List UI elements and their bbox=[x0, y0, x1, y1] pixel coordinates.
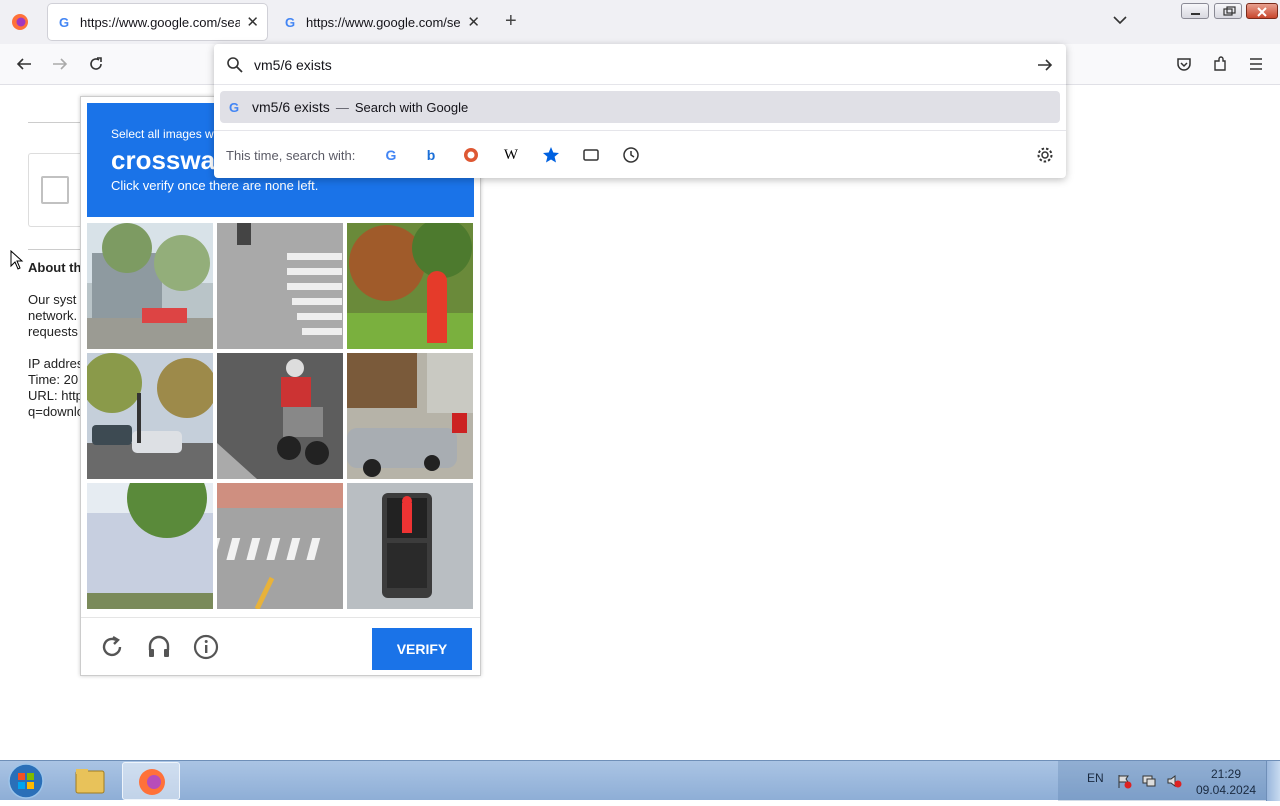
captcha-tile[interactable] bbox=[217, 223, 343, 349]
verify-button[interactable]: VERIFY bbox=[372, 628, 472, 670]
captcha-subinstruction: Click verify once there are none left. bbox=[111, 178, 319, 193]
minimize-button[interactable] bbox=[1181, 3, 1209, 19]
google-engine-icon[interactable]: G bbox=[380, 144, 402, 166]
extensions-icon[interactable] bbox=[1208, 52, 1232, 76]
page-text-line: Time: 20 bbox=[28, 372, 79, 387]
google-icon: G bbox=[285, 15, 295, 29]
close-window-button[interactable] bbox=[1246, 3, 1278, 19]
captcha-challenge: Select all images w crosswa Click verify… bbox=[80, 96, 481, 676]
suggestion-separator: — bbox=[335, 99, 349, 115]
pocket-icon[interactable] bbox=[1172, 52, 1196, 76]
page-text-line: requests bbox=[28, 324, 78, 339]
windows-taskbar: EN 21:29 09.04.2024 bbox=[0, 760, 1280, 801]
restore-button[interactable] bbox=[1214, 3, 1242, 19]
list-all-tabs-icon[interactable] bbox=[1112, 12, 1128, 33]
suggestion-action: Search with Google bbox=[354, 99, 469, 115]
tabs-icon[interactable] bbox=[580, 144, 602, 166]
page-text-line: network. bbox=[28, 308, 78, 323]
divider bbox=[214, 130, 1066, 131]
clock-time: 21:29 bbox=[1210, 767, 1242, 781]
divider bbox=[214, 84, 1066, 85]
clock-date: 09.04.2024 bbox=[1196, 783, 1257, 797]
captcha-tile[interactable] bbox=[347, 483, 473, 609]
tab-strip: G https://www.google.com/search ✕ G http… bbox=[0, 0, 1280, 44]
divider bbox=[28, 122, 80, 123]
captcha-tile[interactable] bbox=[347, 223, 473, 349]
recaptcha-box bbox=[28, 153, 80, 227]
captcha-tile[interactable] bbox=[87, 353, 213, 479]
search-with-label: This time, search with: bbox=[226, 148, 356, 163]
firefox-taskbar-button[interactable] bbox=[122, 762, 180, 800]
captcha-tile[interactable] bbox=[347, 353, 473, 479]
volume-muted-icon[interactable] bbox=[1166, 773, 1182, 794]
show-desktop-button[interactable] bbox=[1266, 761, 1280, 801]
action-center-flag-icon[interactable] bbox=[1116, 773, 1132, 794]
suggestion-query: vm5/6 exists bbox=[252, 99, 330, 115]
svg-text:G: G bbox=[285, 15, 295, 29]
reload-challenge-icon[interactable] bbox=[99, 634, 125, 665]
tab-title: https://www.google.com/search bbox=[80, 14, 241, 30]
search-icon bbox=[226, 56, 244, 79]
duckduckgo-engine-icon[interactable] bbox=[460, 144, 482, 166]
captcha-tile[interactable] bbox=[217, 483, 343, 609]
firefox-view-icon[interactable] bbox=[10, 12, 30, 32]
close-tab-icon[interactable]: ✕ bbox=[467, 13, 480, 31]
audio-challenge-icon[interactable] bbox=[146, 634, 172, 665]
new-tab-icon[interactable]: + bbox=[505, 10, 517, 33]
page-text-line: Our syst bbox=[28, 292, 77, 307]
history-clock-icon[interactable] bbox=[620, 144, 642, 166]
wikipedia-engine-icon[interactable]: W bbox=[500, 144, 522, 166]
recaptcha-checkbox[interactable] bbox=[41, 176, 69, 204]
reload-icon[interactable] bbox=[84, 52, 108, 76]
language-indicator[interactable]: EN bbox=[1087, 771, 1104, 785]
tab-google-search-1[interactable]: G https://www.google.com/search ✕ bbox=[48, 4, 267, 40]
clock[interactable]: 21:29 09.04.2024 bbox=[1196, 766, 1256, 798]
page-text-line: q=downlo bbox=[28, 404, 80, 419]
mouse-cursor-icon bbox=[10, 249, 24, 275]
menu-icon[interactable] bbox=[1244, 52, 1268, 76]
divider bbox=[28, 249, 80, 250]
bing-engine-icon[interactable]: b bbox=[420, 144, 442, 166]
urlbar-dropdown: G vm5/6 exists — Search with Google This… bbox=[214, 44, 1066, 178]
captcha-tile[interactable] bbox=[87, 223, 213, 349]
file-explorer-icon[interactable] bbox=[70, 763, 110, 799]
close-tab-icon[interactable]: ✕ bbox=[246, 13, 259, 31]
captcha-tile[interactable] bbox=[217, 353, 343, 479]
search-suggestion[interactable]: G vm5/6 exists — Search with Google bbox=[220, 91, 1060, 123]
captcha-tile[interactable] bbox=[87, 483, 213, 609]
tab-google-search-2[interactable]: G https://www.google.com/search ✕ bbox=[274, 4, 488, 40]
forward-icon[interactable] bbox=[48, 52, 72, 76]
google-icon: G bbox=[59, 15, 69, 29]
svg-text:G: G bbox=[229, 100, 239, 114]
bookmarks-star-icon[interactable] bbox=[540, 144, 562, 166]
google-icon: G bbox=[229, 100, 239, 114]
about-heading: About th bbox=[28, 260, 80, 275]
page-text-line: IP addres bbox=[28, 356, 80, 371]
url-input[interactable] bbox=[252, 56, 1012, 74]
search-settings-gear-icon[interactable] bbox=[1034, 144, 1056, 166]
go-arrow-icon[interactable] bbox=[1036, 56, 1054, 79]
svg-text:G: G bbox=[59, 15, 69, 29]
back-icon[interactable] bbox=[12, 52, 36, 76]
page-text-line: URL: http bbox=[28, 388, 80, 403]
tab-title: https://www.google.com/search bbox=[306, 14, 461, 30]
start-button[interactable] bbox=[4, 762, 44, 800]
captcha-footer: VERIFY bbox=[81, 617, 480, 675]
network-icon[interactable] bbox=[1141, 773, 1157, 794]
info-icon[interactable] bbox=[193, 634, 219, 665]
